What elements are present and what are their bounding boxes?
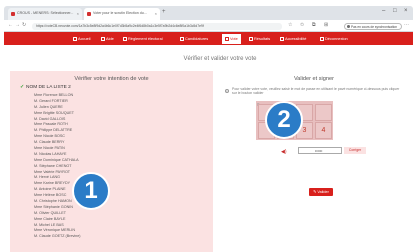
nav-label: Aide — [106, 36, 114, 41]
list-item: M. Claude GOETZ (Brevine) — [34, 234, 81, 239]
favicon-icon — [11, 11, 15, 16]
validate-button[interactable]: ✎ Valider — [309, 188, 333, 196]
info-icon: i — [225, 89, 229, 93]
candidate-names: Mme Florence BELLON M. Gerard FORTIER M.… — [34, 93, 81, 240]
menu-icon[interactable]: ⋯ — [404, 22, 409, 28]
selected-list: ✓ NOM DE LA LISTE 2 — [20, 85, 71, 90]
chart-icon — [249, 37, 253, 41]
back-icon[interactable]: ← — [8, 22, 13, 28]
nav-label: Règlement électoral — [128, 36, 163, 41]
correct-button[interactable]: Corriger — [344, 147, 366, 154]
tab-title: CROUS - MENERS: Sélectionner... — [17, 11, 74, 15]
nav-help[interactable]: Aide — [101, 36, 114, 41]
help-icon — [101, 37, 105, 41]
star-icon[interactable]: ☆ — [288, 22, 292, 28]
nav-home[interactable]: Accueil — [73, 36, 91, 41]
minimize-button[interactable]: – — [382, 8, 385, 14]
app-nav-bar: Accueil Aide Règlement électoral Candida… — [4, 32, 413, 45]
nav-logout[interactable]: Déconnexion — [320, 36, 348, 41]
speaker-icon[interactable]: ◀) — [281, 149, 287, 155]
extensions-icon[interactable]: ⊞ — [324, 22, 328, 28]
accessibility-icon — [280, 37, 284, 41]
reload-icon[interactable]: ↻ — [22, 22, 26, 28]
close-tab-icon[interactable]: × — [155, 11, 157, 16]
vote-intention-panel: Vérifier votre intention de vote ✓ NOM DE… — [10, 71, 213, 252]
sign-title: Valider et signer — [293, 76, 334, 82]
home-icon — [73, 37, 77, 41]
new-tab-button[interactable]: + — [162, 9, 166, 15]
tab-title: Voter pour le scrutin Election du... — [93, 11, 147, 15]
validate-label: Valider — [317, 190, 329, 194]
step-badge-2: 2 — [265, 101, 303, 139]
intention-title: Vérifier votre intention de vote — [74, 76, 149, 82]
keypad-key[interactable] — [315, 104, 332, 121]
nav-label: Accessibilité — [285, 36, 307, 41]
vote-icon — [225, 37, 229, 41]
nav-label: Déconnexion — [325, 36, 348, 41]
nav-accessibility[interactable]: Accessibilité — [280, 36, 306, 41]
nav-results[interactable]: Résultats — [249, 36, 270, 41]
list-icon — [180, 37, 184, 41]
nav-candidates[interactable]: Candidatures — [180, 36, 208, 41]
close-window-button[interactable]: × — [404, 8, 408, 14]
password-field[interactable]: •••••• — [298, 147, 342, 154]
sign-instructions: Pour valider votre vote, veuillez saisir… — [232, 87, 400, 96]
check-icon: ✓ — [20, 85, 25, 90]
nav-label: Vote — [230, 36, 238, 41]
nav-rules[interactable]: Règlement électoral — [123, 36, 163, 41]
nav-label: Candidatures — [185, 36, 209, 41]
nav-vote[interactable]: Vote — [222, 34, 241, 44]
nav-label: Accueil — [78, 36, 91, 41]
browser-tab-vote[interactable]: Voter pour le scrutin Election du... × — [84, 8, 160, 20]
step-badge-1: 1 — [72, 172, 110, 210]
sign-panel: Valider et signer i Pour valider votre v… — [216, 71, 412, 251]
forward-icon[interactable]: → — [15, 22, 20, 28]
browser-tab-crous[interactable]: CROUS - MENERS: Sélectionner... × — [8, 8, 82, 20]
favicon-icon — [87, 11, 91, 16]
close-tab-icon[interactable]: × — [77, 11, 79, 16]
keypad-key[interactable]: 4 — [315, 122, 332, 139]
browser-tab-bar: CROUS - MENERS: Sélectionner... × Voter … — [4, 6, 413, 20]
nav-label: Résultats — [254, 36, 271, 41]
address-bar-row: ← → ↻ https://voteCB.neovote.com/1a7b3c5… — [4, 20, 413, 32]
list-name: NOM DE LA LISTE 2 — [26, 85, 71, 90]
document-icon — [123, 37, 127, 41]
favorites-icon[interactable]: ✩ — [300, 22, 304, 28]
page-title: Vérifier et valider votre vote — [183, 56, 257, 62]
sync-status-button[interactable]: Pas en cours de synchronisation — [344, 22, 403, 30]
collections-icon[interactable]: ⧉ — [312, 22, 316, 28]
url-input[interactable]: https://voteCB.neovote.com/1a7b3c5e8f9d2… — [32, 22, 282, 30]
logout-icon — [320, 37, 324, 41]
maximize-button[interactable]: □ — [393, 8, 397, 14]
